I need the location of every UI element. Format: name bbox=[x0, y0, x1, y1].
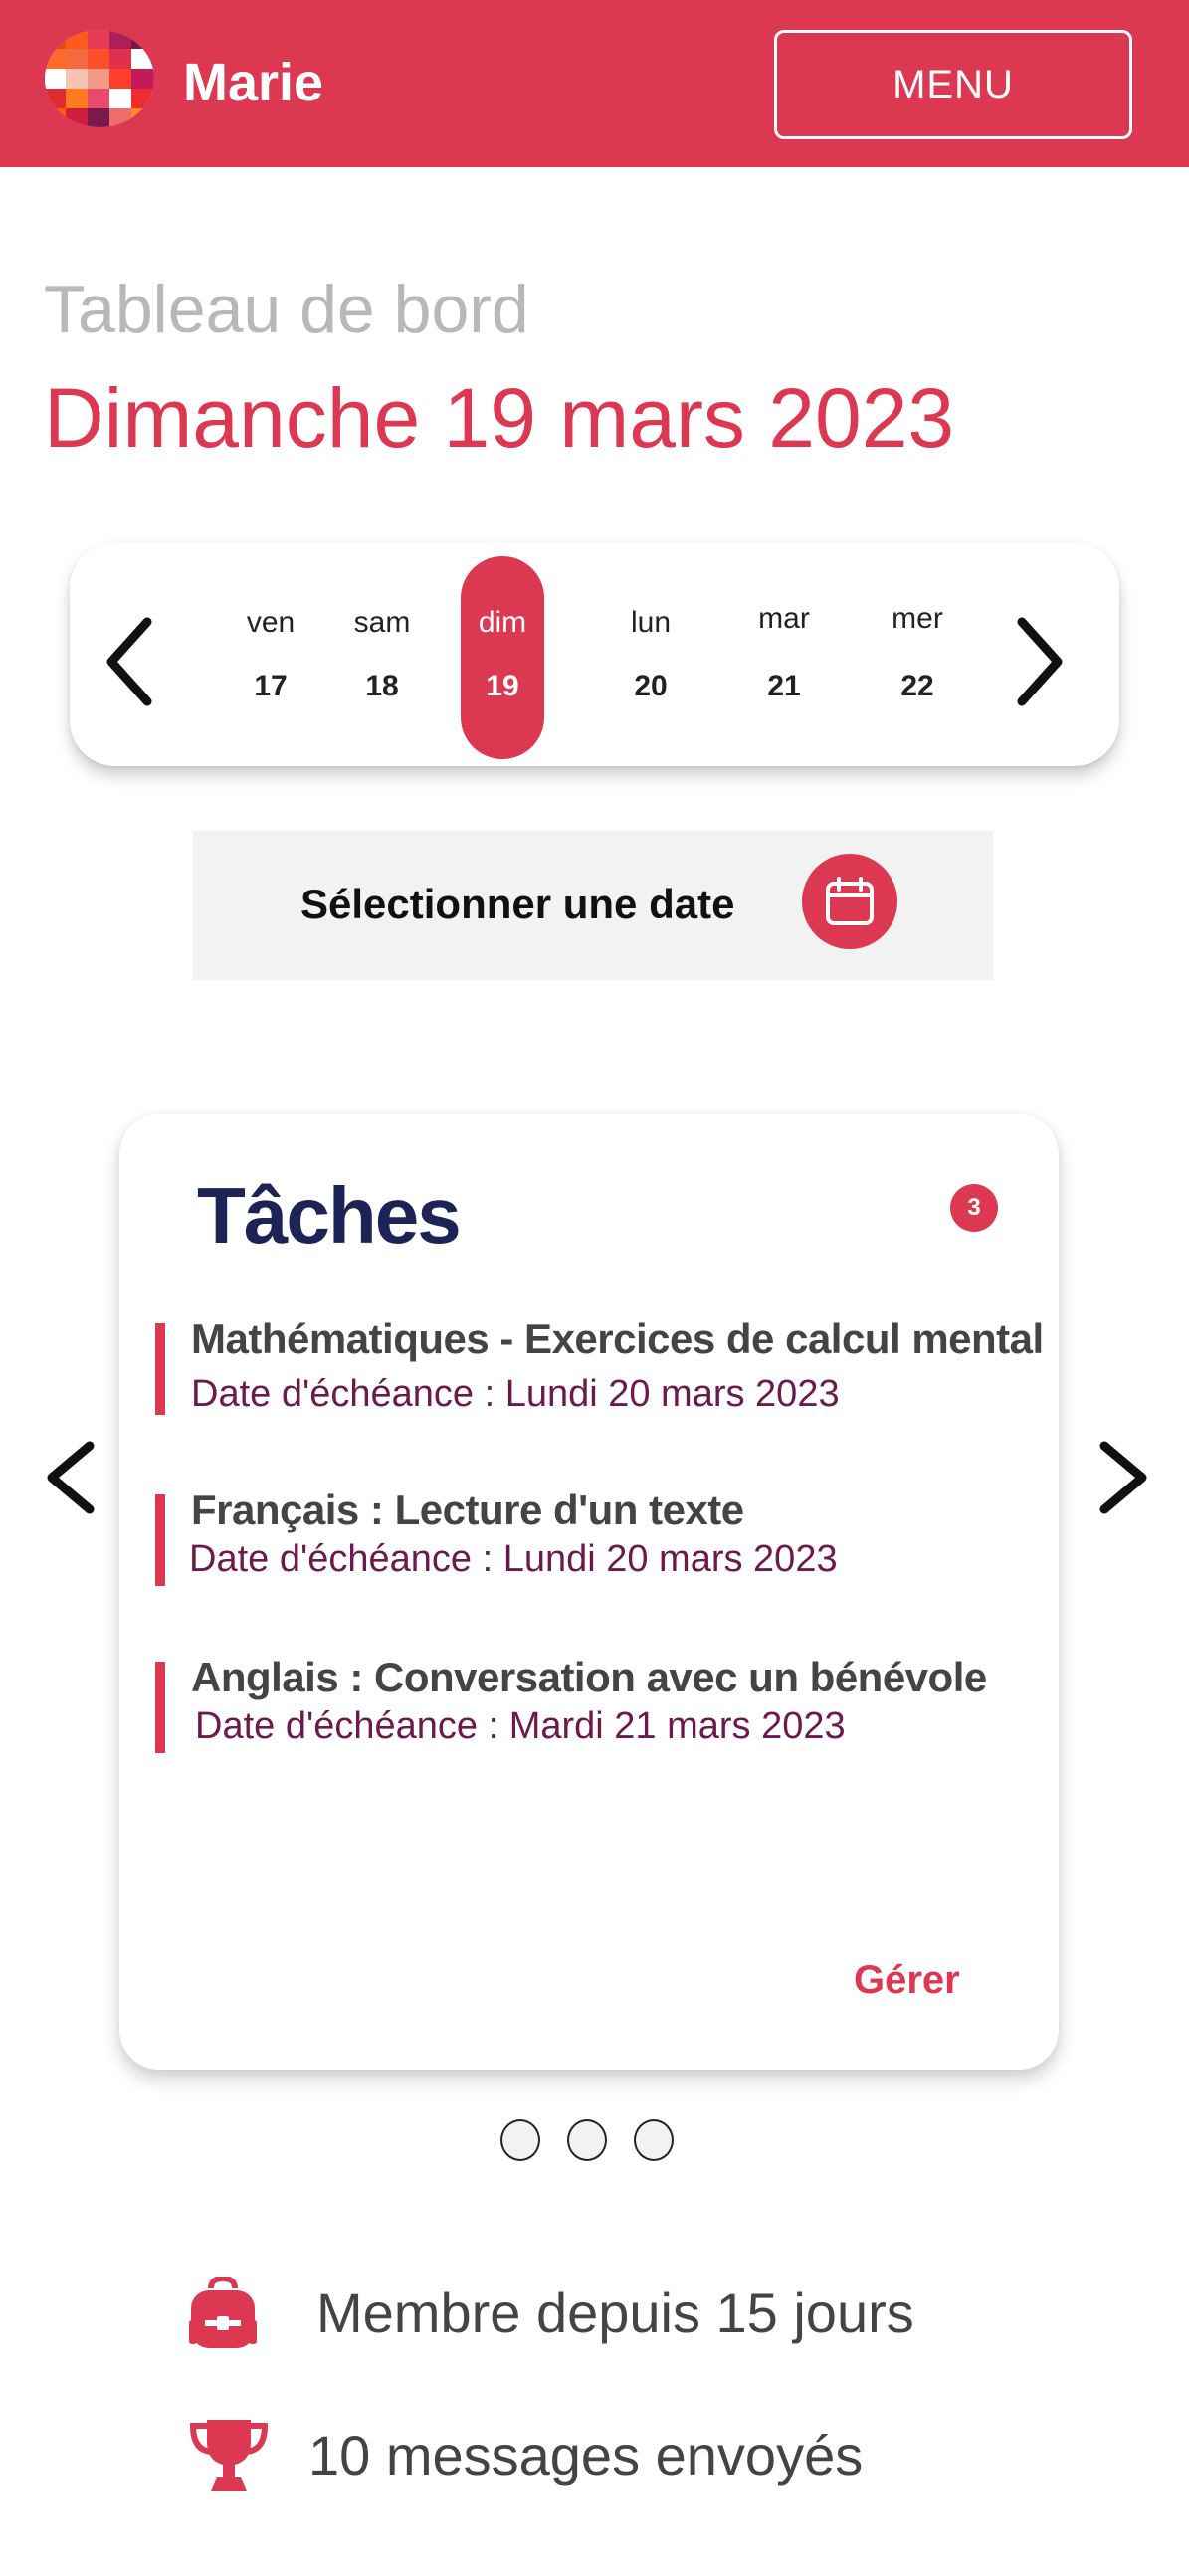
task-due-date: Date d'échéance : Mardi 21 mars 2023 bbox=[195, 1705, 846, 1747]
select-date-button[interactable]: Sélectionner une date bbox=[193, 831, 993, 980]
manage-tasks-link[interactable]: Gérer bbox=[854, 1958, 960, 2003]
day-number: 18 bbox=[365, 670, 399, 702]
day-name: mer bbox=[892, 602, 943, 635]
tasks-count-badge: 3 bbox=[950, 1184, 998, 1232]
tasks-card: Tâches 3 Mathématiques - Exercices de ca… bbox=[119, 1114, 1059, 2070]
backpack-icon bbox=[185, 2275, 261, 2357]
trophy-icon bbox=[189, 2416, 269, 2500]
task-due-date: Date d'échéance : Lundi 20 mars 2023 bbox=[189, 1538, 838, 1580]
task-name: Français : Lecture d'un texte bbox=[191, 1486, 744, 1533]
task-item[interactable]: Français : Lecture d'un texte Date d'éch… bbox=[155, 1486, 1051, 1586]
menu-button[interactable]: MENU bbox=[774, 30, 1132, 139]
task-item[interactable]: Anglais : Conversation avec un bénévole … bbox=[155, 1654, 1051, 1753]
carousel-dot[interactable] bbox=[500, 2119, 540, 2161]
day-name: ven bbox=[246, 606, 296, 639]
day-number: 21 bbox=[767, 670, 801, 702]
selected-day-pill bbox=[461, 556, 544, 759]
day-dim-selected[interactable]: dim 19 bbox=[461, 542, 544, 766]
select-date-label: Sélectionner une date bbox=[300, 881, 735, 927]
page-title: Dimanche 19 mars 2023 bbox=[44, 371, 955, 465]
day-mer[interactable]: mer 22 bbox=[876, 542, 959, 766]
carousel-pagination bbox=[500, 2119, 680, 2163]
day-name: sam bbox=[353, 606, 411, 639]
day-number: 19 bbox=[486, 670, 519, 702]
task-item[interactable]: Mathématiques - Exercices de calcul ment… bbox=[155, 1315, 1051, 1415]
task-name: Mathématiques - Exercices de calcul ment… bbox=[191, 1315, 1044, 1362]
day-mar[interactable]: mar 21 bbox=[742, 542, 826, 766]
carousel-prev-icon[interactable] bbox=[40, 1438, 109, 1517]
chevron-left-icon[interactable] bbox=[99, 612, 169, 711]
day-ven[interactable]: ven 17 bbox=[229, 542, 312, 766]
tasks-title: Tâches bbox=[197, 1171, 462, 1260]
day-name: dim bbox=[478, 606, 527, 639]
messages-sent-text: 10 messages envoyés bbox=[308, 2424, 864, 2486]
app-logo bbox=[44, 29, 155, 128]
day-number: 17 bbox=[254, 670, 288, 702]
day-name: lun bbox=[630, 606, 672, 639]
user-name: Marie bbox=[183, 53, 324, 112]
calendar-icon[interactable] bbox=[802, 854, 897, 949]
day-number: 22 bbox=[900, 670, 934, 702]
task-due-date: Date d'échéance : Lundi 20 mars 2023 bbox=[191, 1373, 840, 1415]
task-accent-bar bbox=[155, 1323, 165, 1415]
day-lun[interactable]: lun 20 bbox=[609, 542, 693, 766]
date-strip: ven 17 sam 18 dim 19 lun 20 mar 21 mer 2… bbox=[70, 542, 1119, 766]
carousel-dot[interactable] bbox=[634, 2119, 674, 2161]
member-since-text: Membre depuis 15 jours bbox=[316, 2281, 914, 2344]
page-subtitle: Tableau de bord bbox=[44, 272, 529, 347]
carousel-dot[interactable] bbox=[567, 2119, 607, 2161]
day-number: 20 bbox=[634, 670, 668, 702]
carousel-next-icon[interactable] bbox=[1085, 1438, 1154, 1517]
app-header: Marie MENU bbox=[0, 0, 1189, 167]
day-sam[interactable]: sam 18 bbox=[340, 542, 424, 766]
chevron-right-icon[interactable] bbox=[1000, 612, 1070, 711]
task-accent-bar bbox=[155, 1494, 165, 1586]
day-name: mar bbox=[758, 602, 810, 635]
task-accent-bar bbox=[155, 1662, 165, 1753]
task-name: Anglais : Conversation avec un bénévole bbox=[191, 1654, 987, 1700]
